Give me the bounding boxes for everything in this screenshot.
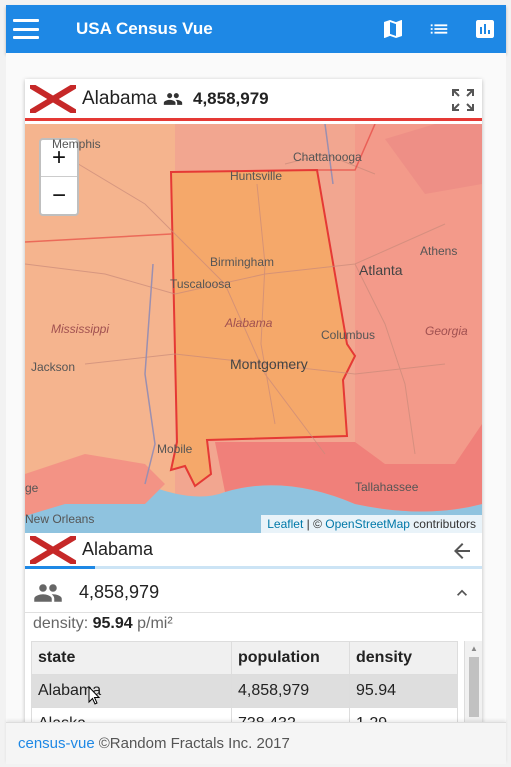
map-label-birmingham: Birmingham: [210, 255, 275, 269]
footer: census-vue ©Random Fractals Inc. 2017: [6, 722, 506, 764]
map-label-columbus: Columbus: [321, 328, 376, 342]
column-header-state[interactable]: state: [31, 641, 232, 675]
chevron-up-icon[interactable]: [452, 583, 472, 603]
fullscreen-icon[interactable]: [450, 87, 476, 113]
footer-copyright: ©Random Fractals Inc. 2017: [98, 735, 290, 752]
map-label-new-orleans: New Orleans: [25, 512, 95, 526]
app-title: USA Census Vue: [76, 19, 213, 38]
back-arrow-icon[interactable]: [450, 539, 474, 563]
alabama-flag-icon: [30, 84, 76, 113]
column-header-population[interactable]: population: [231, 641, 350, 675]
openstreetmap-link[interactable]: OpenStreetMap: [325, 517, 410, 531]
people-icon: [163, 92, 183, 106]
leaflet-link[interactable]: Leaflet: [267, 517, 303, 531]
map-label-mobile: Mobile: [157, 442, 193, 456]
table-header-row: state population density: [31, 641, 458, 675]
appbar-actions: [380, 16, 506, 42]
app-bar: USA Census Vue: [6, 5, 506, 53]
zoom-out-button[interactable]: −: [41, 177, 77, 214]
alabama-flag-icon: [30, 535, 76, 564]
density-value: 95.94: [92, 615, 133, 632]
cell-state: Alabama: [31, 674, 232, 708]
map-attribution: Leaflet | © OpenStreetMap contributors: [261, 515, 482, 533]
map-label-ge: ge: [25, 481, 39, 495]
list-icon[interactable]: [426, 16, 452, 42]
cell-density: 95.94: [349, 674, 458, 708]
attribution-separator: | ©: [303, 517, 326, 531]
chart-icon[interactable]: [472, 16, 498, 42]
map-label-tallahassee: Tallahassee: [355, 480, 419, 494]
detail-header-underline: [25, 566, 95, 569]
density-line: density: 95.94 p/mi²: [33, 615, 173, 633]
map-label-mississippi: Mississippi: [51, 322, 110, 336]
table-scrollbar[interactable]: ▲: [464, 641, 482, 727]
map-label-montgomery: Montgomery: [230, 356, 308, 372]
map-icon[interactable]: [380, 16, 406, 42]
density-label: density:: [33, 615, 89, 632]
state-map[interactable]: + − Memphis Chattanooga Huntsville Birmi…: [25, 124, 482, 533]
mouse-cursor-icon: [88, 686, 101, 705]
scrollbar-thumb[interactable]: [469, 657, 479, 717]
state-name: Alabama: [82, 87, 157, 109]
column-header-density[interactable]: density: [349, 641, 458, 675]
map-label-georgia: Georgia: [425, 324, 468, 338]
map-label-atlanta: Atlanta: [359, 262, 403, 278]
menu-icon[interactable]: [13, 19, 39, 39]
map-label-jackson: Jackson: [31, 360, 76, 374]
state-table: state population density Alabama 4,858,9…: [31, 641, 458, 727]
map-label-alabama: Alabama: [225, 316, 273, 330]
people-icon: [33, 583, 63, 603]
state-card: Alabama 4,858,979 + − Memphis Chattanoog…: [25, 79, 482, 727]
scroll-up-arrow-icon[interactable]: ▲: [465, 641, 482, 655]
map-label-chattanooga: Chattanooga: [293, 150, 362, 164]
map-label-tuscaloosa: Tuscaloosa: [170, 277, 231, 291]
census-vue-link[interactable]: census-vue: [18, 735, 95, 752]
cell-population: 4,858,979: [231, 674, 350, 708]
population-expander[interactable]: 4,858,979: [25, 573, 482, 613]
detail-header: Alabama: [25, 533, 482, 569]
map-label-huntsville: Huntsville: [230, 169, 283, 183]
map-label-athens: Athens: [420, 244, 458, 258]
detail-state-name: Alabama: [82, 539, 154, 559]
detail-population-value: 4,858,979: [79, 582, 160, 602]
card-header: Alabama 4,858,979: [25, 79, 482, 121]
state-table-container: state population density Alabama 4,858,9…: [31, 641, 482, 727]
density-unit: p/mi²: [137, 615, 173, 632]
map-label-memphis: Memphis: [52, 137, 101, 151]
population-value: 4,858,979: [193, 88, 269, 108]
attribution-contributors: contributors: [409, 517, 476, 531]
